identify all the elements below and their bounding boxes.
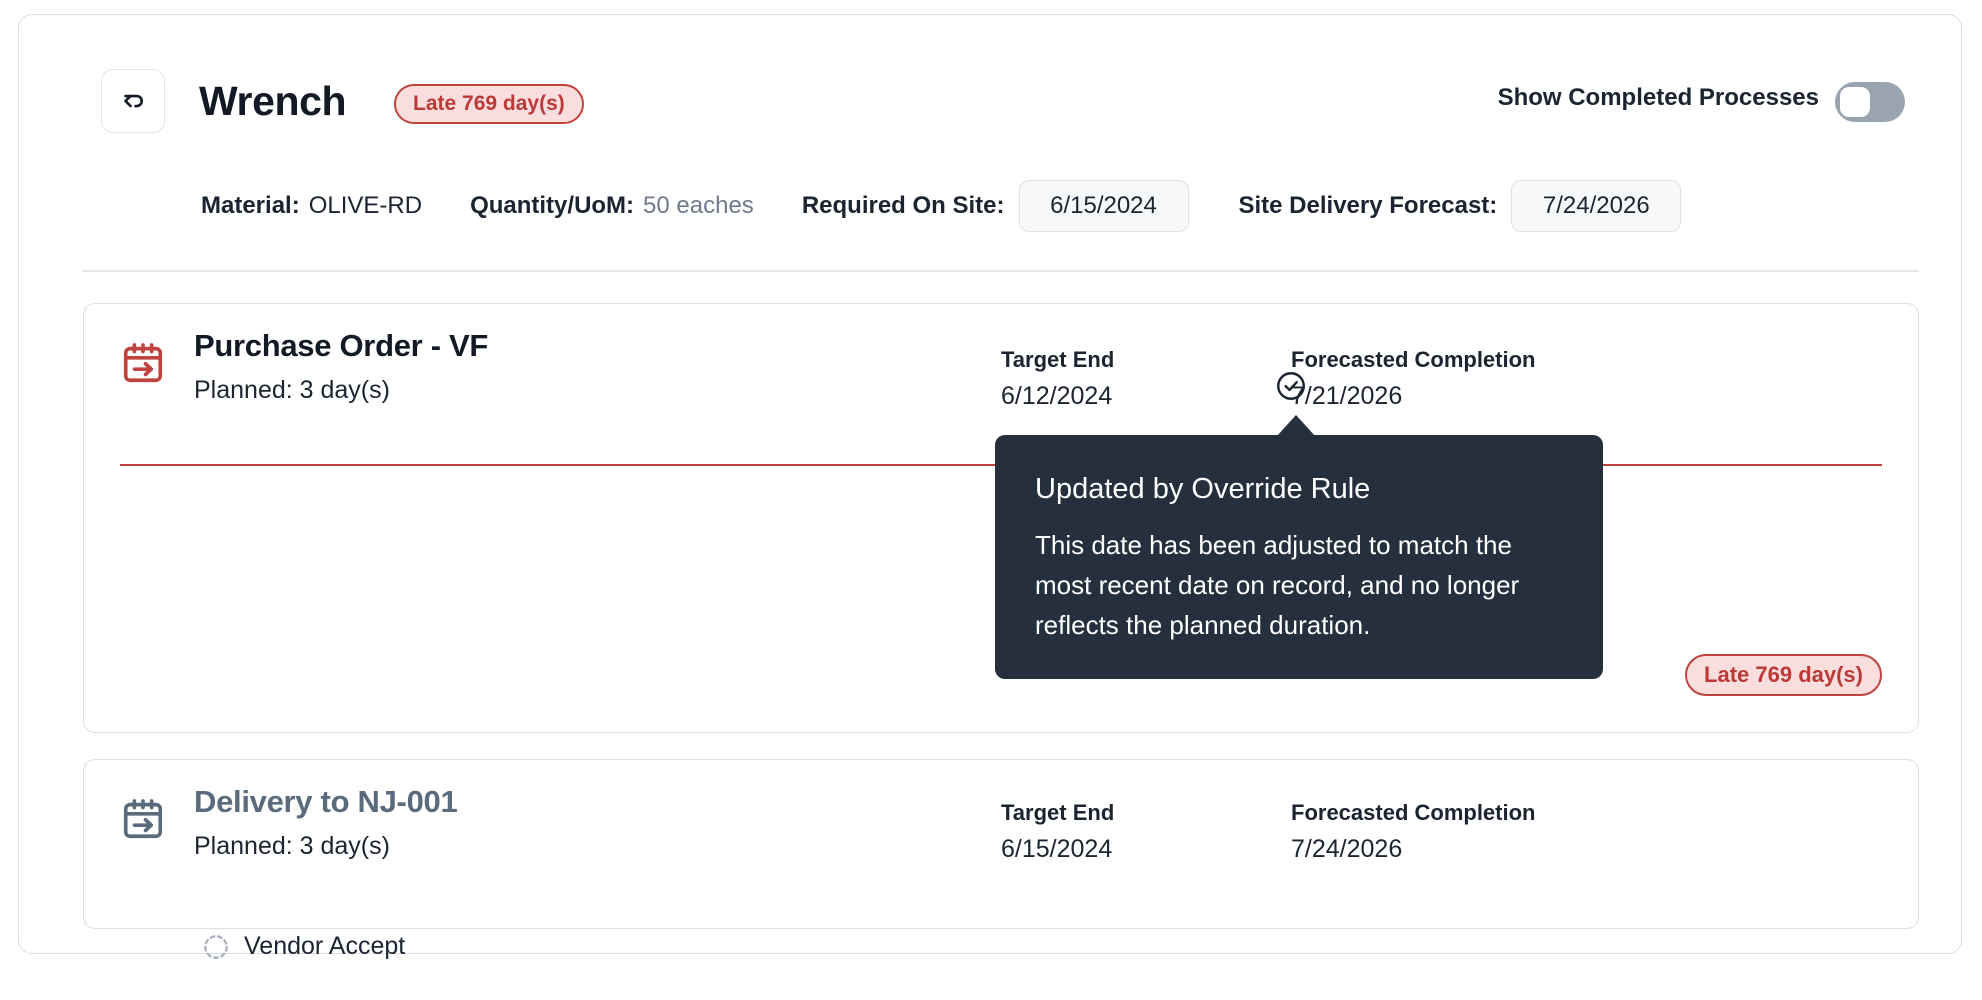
target-end-value: 6/15/2024 bbox=[1001, 828, 1114, 870]
target-end-block-purchase-order: Target End 6/12/2024 bbox=[1001, 345, 1114, 417]
panel-header: Wrench Late 769 day(s) Show Completed Pr… bbox=[81, 67, 1919, 135]
calendar-arrow-right-icon bbox=[120, 796, 166, 842]
show-completed-label: Show Completed Processes bbox=[1498, 67, 1819, 129]
forecasted-completion-label: Forecasted Completion bbox=[1291, 345, 1535, 375]
detail-panel: Wrench Late 769 day(s) Show Completed Pr… bbox=[18, 14, 1962, 954]
milestone-label: Vendor Accept bbox=[244, 932, 405, 961]
required-on-site-date-field[interactable]: 6/15/2024 bbox=[1019, 180, 1189, 232]
quantity-label: Quantity/UoM: bbox=[470, 192, 634, 220]
material-value: OLIVE-RD bbox=[309, 192, 422, 220]
forecasted-completion-block-delivery: Forecasted Completion 7/24/2026 bbox=[1291, 798, 1535, 870]
return-arrow-icon bbox=[118, 86, 148, 116]
target-end-block-delivery: Target End 6/15/2024 bbox=[1001, 798, 1114, 870]
process-title-delivery: Delivery to NJ-001 bbox=[194, 784, 457, 820]
tooltip-title: Updated by Override Rule bbox=[1035, 471, 1563, 507]
page-title: Wrench bbox=[199, 67, 346, 135]
tooltip-arrow bbox=[1277, 415, 1315, 436]
quantity-group: Quantity/UoM: 50 eaches bbox=[470, 192, 754, 220]
target-end-label: Target End bbox=[1001, 798, 1114, 828]
target-end-label: Target End bbox=[1001, 345, 1114, 375]
override-rule-tooltip: Updated by Override Rule This date has b… bbox=[995, 435, 1603, 679]
show-completed-toggle[interactable] bbox=[1835, 82, 1905, 122]
process-title-purchase-order: Purchase Order - VF bbox=[194, 328, 488, 364]
calendar-arrow-right-icon bbox=[120, 340, 166, 386]
quantity-value: 50 eaches bbox=[643, 192, 754, 220]
forecasted-completion-value: 7/24/2026 bbox=[1291, 828, 1535, 870]
target-end-value: 6/12/2024 bbox=[1001, 375, 1114, 417]
material-group: Material: OLIVE-RD bbox=[201, 192, 422, 220]
toggle-knob bbox=[1840, 87, 1870, 117]
material-label: Material: bbox=[201, 192, 300, 220]
process-planned-duration: Planned: 3 day(s) bbox=[194, 376, 390, 405]
status-badge-header: Late 769 day(s) bbox=[394, 84, 584, 124]
site-delivery-forecast-label: Site Delivery Forecast: bbox=[1239, 192, 1498, 220]
dashed-circle-pending-icon bbox=[202, 933, 230, 961]
milestone-item-vendor-accept: Vendor Accept bbox=[202, 932, 405, 961]
back-button[interactable] bbox=[101, 69, 165, 133]
tooltip-body: This date has been adjusted to match the… bbox=[1035, 525, 1563, 645]
forecasted-completion-value: 7/21/2026 bbox=[1291, 375, 1535, 417]
required-on-site-group: Required On Site: 6/15/2024 bbox=[802, 180, 1189, 232]
forecasted-completion-label: Forecasted Completion bbox=[1291, 798, 1535, 828]
material-meta-row: Material: OLIVE-RD Quantity/UoM: 50 each… bbox=[201, 177, 1681, 235]
screen-root: Wrench Late 769 day(s) Show Completed Pr… bbox=[0, 0, 1982, 1000]
process-planned-duration: Planned: 3 day(s) bbox=[194, 832, 390, 861]
override-rule-check-circle-icon[interactable] bbox=[1274, 369, 1308, 403]
site-delivery-forecast-date-field[interactable]: 7/24/2026 bbox=[1511, 180, 1681, 232]
required-on-site-label: Required On Site: bbox=[802, 192, 1005, 220]
status-badge-purchase-order: Late 769 day(s) bbox=[1685, 654, 1882, 696]
header-divider bbox=[83, 270, 1919, 272]
forecasted-completion-block-purchase-order: Forecasted Completion 7/21/2026 bbox=[1291, 345, 1535, 417]
site-delivery-forecast-group: Site Delivery Forecast: 7/24/2026 bbox=[1239, 180, 1682, 232]
